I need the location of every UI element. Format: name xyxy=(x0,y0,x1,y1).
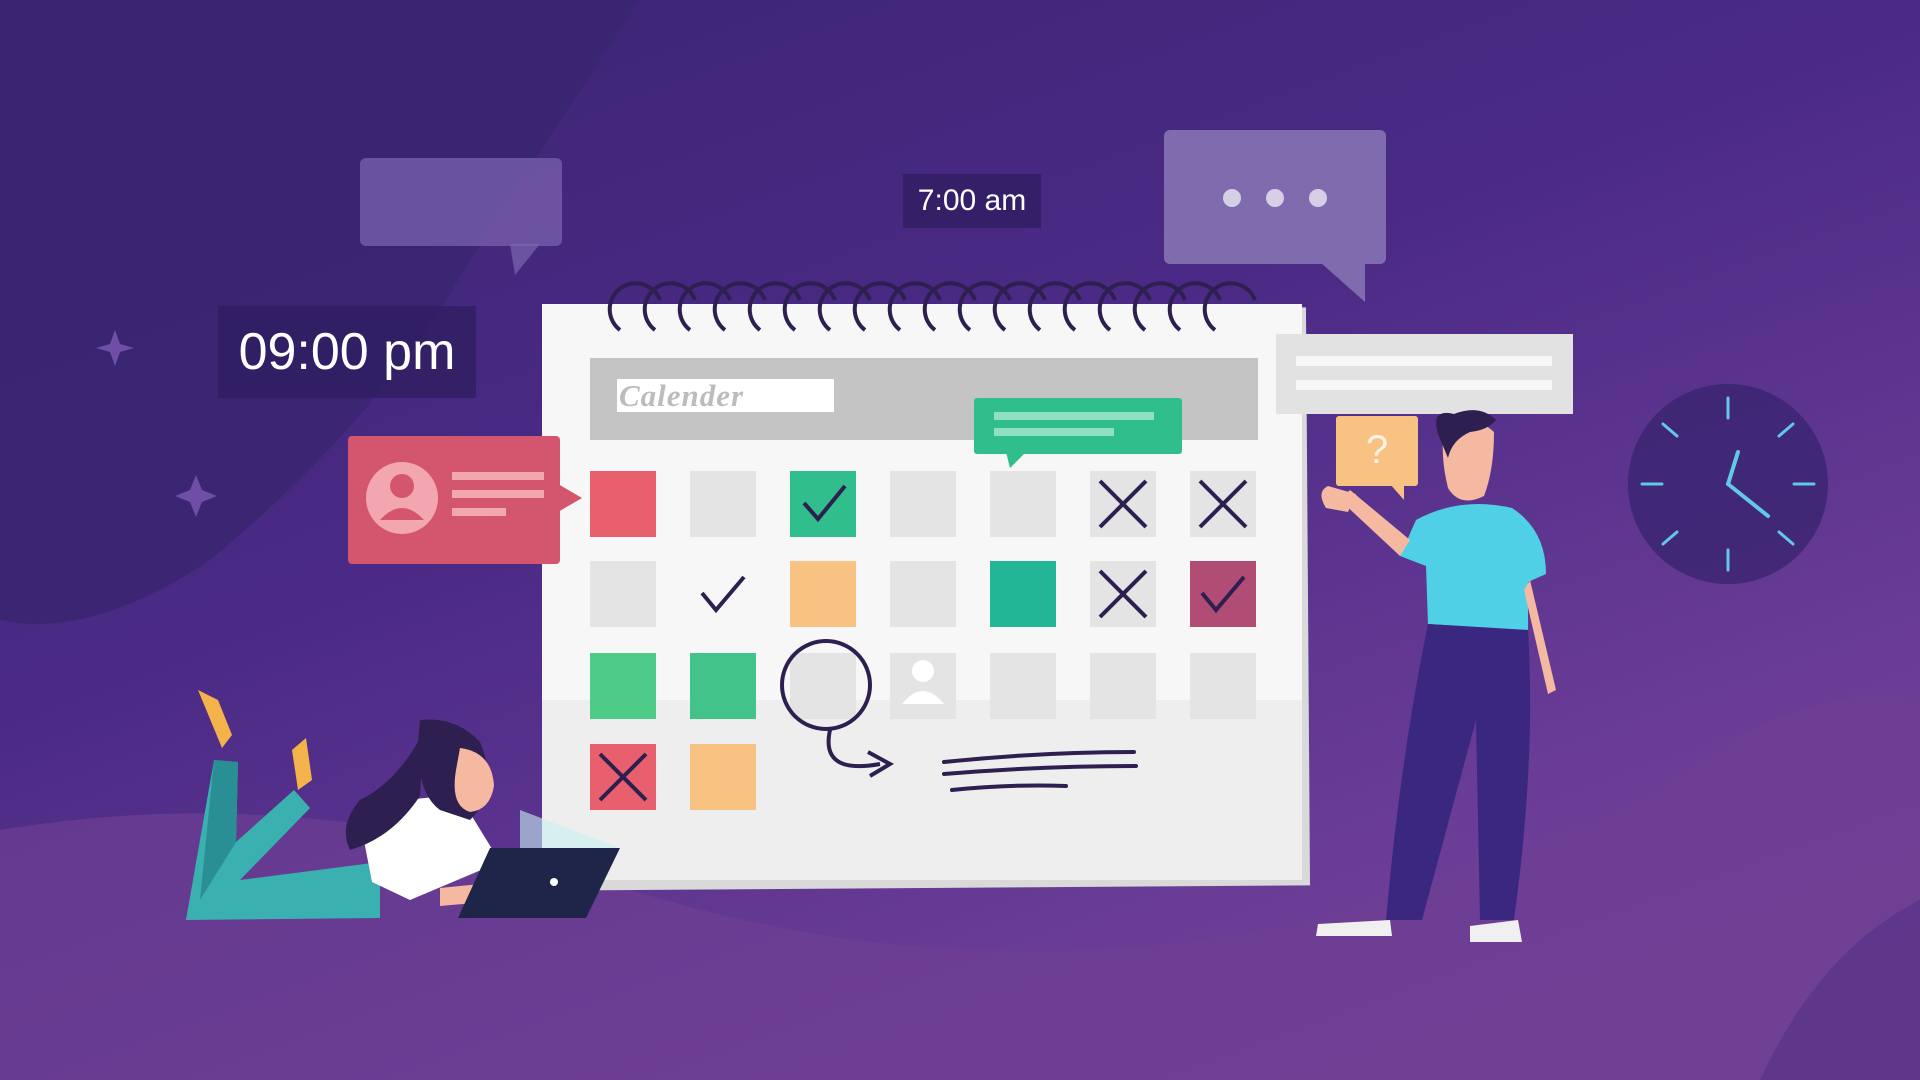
calendar-cell xyxy=(590,471,656,537)
calendar-cell xyxy=(590,561,656,627)
calendar-cell xyxy=(990,653,1056,719)
profile-card xyxy=(348,436,582,564)
calendar-cell xyxy=(790,471,856,537)
calendar-cell xyxy=(1090,653,1156,719)
calendar-cell xyxy=(1190,653,1256,719)
calendar-cell xyxy=(890,471,956,537)
question-mark: ? xyxy=(1365,428,1389,472)
typing-dots-icon xyxy=(1164,130,1386,302)
illustration xyxy=(0,0,1920,1080)
calendar-cell xyxy=(990,471,1056,537)
calendar-cell xyxy=(990,561,1056,627)
calendar-title: Calender xyxy=(617,379,834,412)
calendar-cell xyxy=(790,561,856,627)
calendar-cell xyxy=(590,653,656,719)
clock-icon xyxy=(1628,384,1828,584)
calendar-cell xyxy=(1190,561,1256,627)
calendar-cell xyxy=(790,653,856,719)
calendar-cell xyxy=(690,471,756,537)
time-label-small: 7:00 am xyxy=(903,174,1041,228)
time-label-large: 09:00 pm xyxy=(218,306,476,398)
note-card xyxy=(1276,334,1573,414)
calendar-cell xyxy=(890,561,956,627)
user-icon xyxy=(390,474,414,498)
calendar-cell xyxy=(690,744,756,810)
man-figure xyxy=(1316,410,1556,942)
calendar-cell xyxy=(690,653,756,719)
